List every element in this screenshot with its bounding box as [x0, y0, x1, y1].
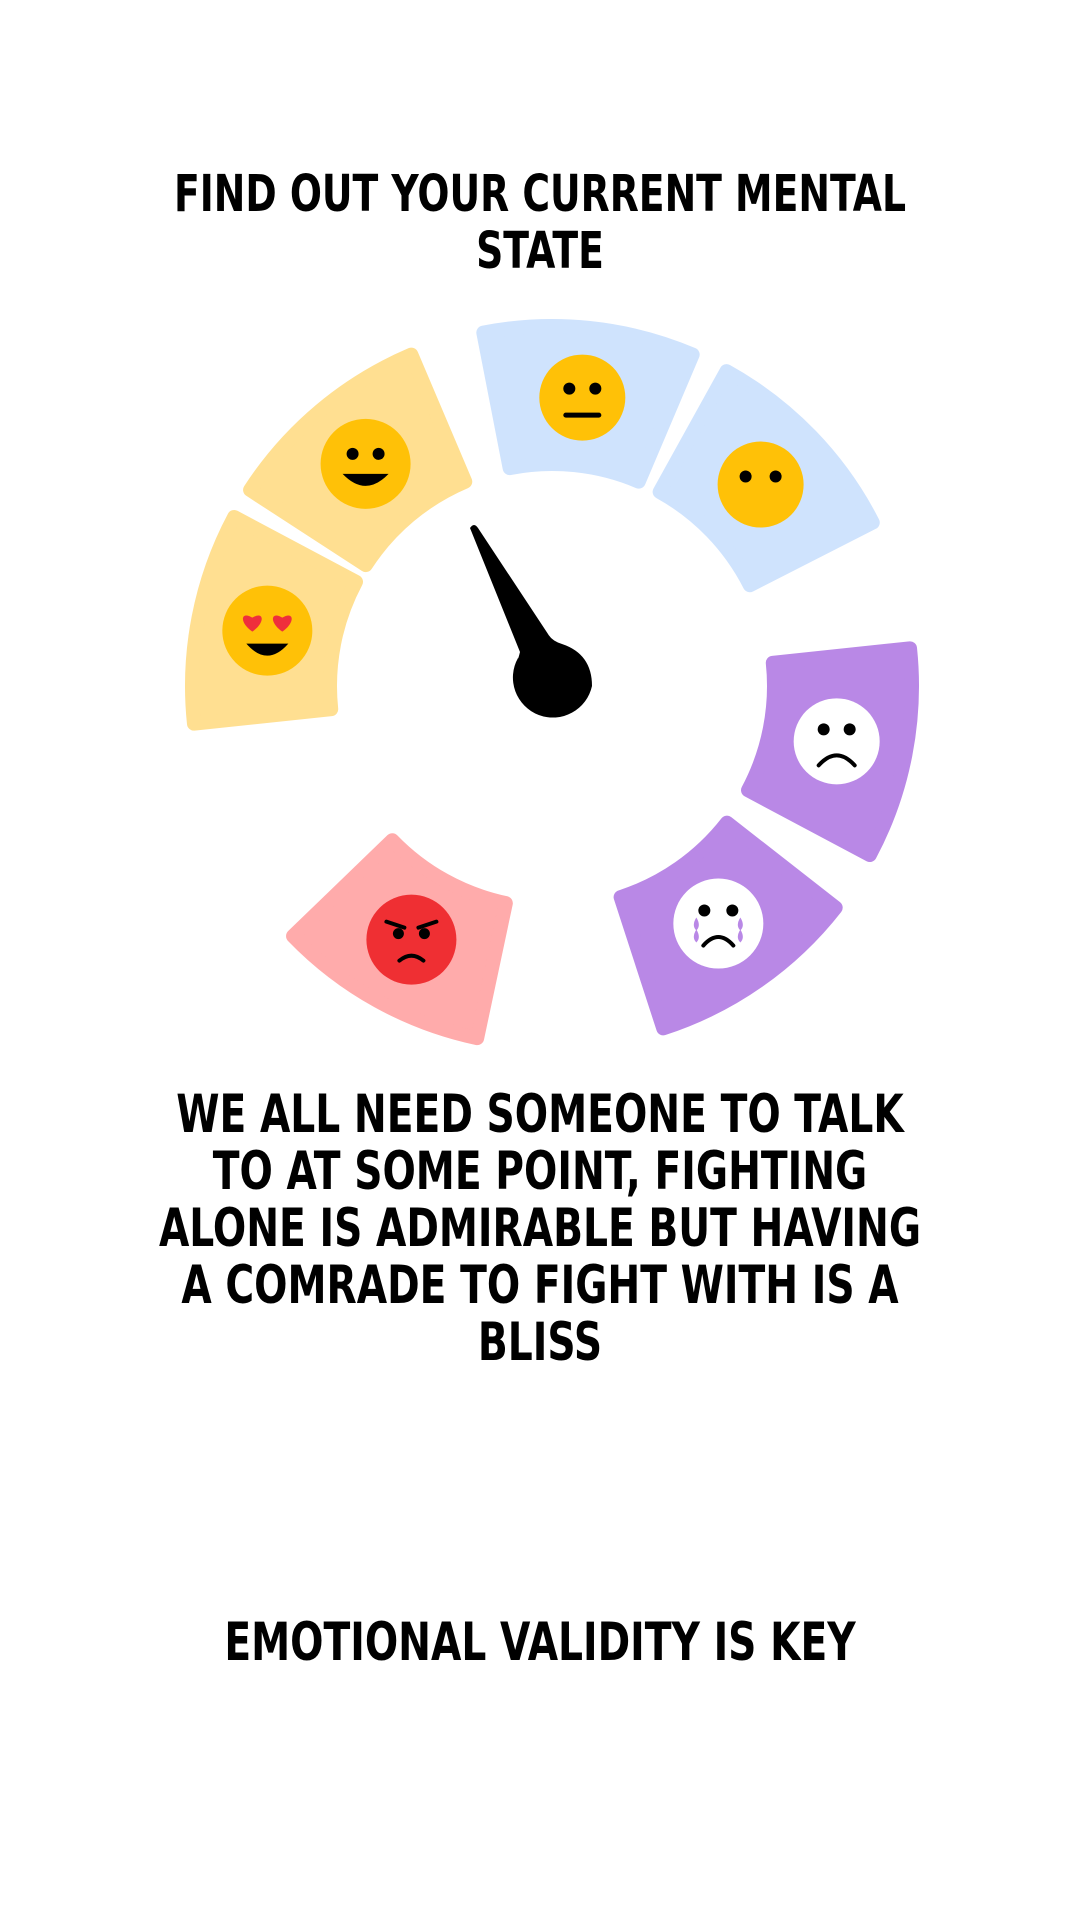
mood-segment-neutral-face[interactable]	[476, 319, 700, 489]
gauge-pointer	[470, 525, 592, 718]
mood-segment-frowning-face[interactable]	[741, 641, 919, 863]
mood-segment-angry-face[interactable]	[286, 833, 513, 1046]
crying-face-icon	[673, 878, 764, 969]
grinning-face-icon	[320, 418, 411, 509]
support-message-line: TO AT SOME POINT, FIGHTING	[212, 1141, 868, 1202]
heart-eyes-face-icon	[222, 585, 313, 676]
mood-segment-no-mouth-face[interactable]	[652, 364, 880, 593]
angry-face-icon	[366, 894, 457, 985]
support-message-line: BLISS	[477, 1312, 603, 1373]
mood-segment-crying-face[interactable]	[613, 815, 843, 1036]
support-message-line: A COMRADE TO FIGHT WITH IS A	[181, 1255, 899, 1316]
mood-segment-grinning-face[interactable]	[243, 347, 473, 573]
no-mouth-face-icon	[717, 441, 804, 528]
support-message: WE ALL NEED SOMEONE TO TALK TO AT SOME P…	[140, 1086, 939, 1371]
neutral-face-icon	[539, 354, 626, 441]
tagline: EMOTIONAL VALIDITY IS KEY	[224, 1612, 856, 1673]
support-message-line: ALONE IS ADMIRABLE BUT HAVING	[158, 1198, 922, 1259]
support-message-line: WE ALL NEED SOMEONE TO TALK	[176, 1084, 904, 1145]
frowning-face-icon	[793, 698, 880, 785]
